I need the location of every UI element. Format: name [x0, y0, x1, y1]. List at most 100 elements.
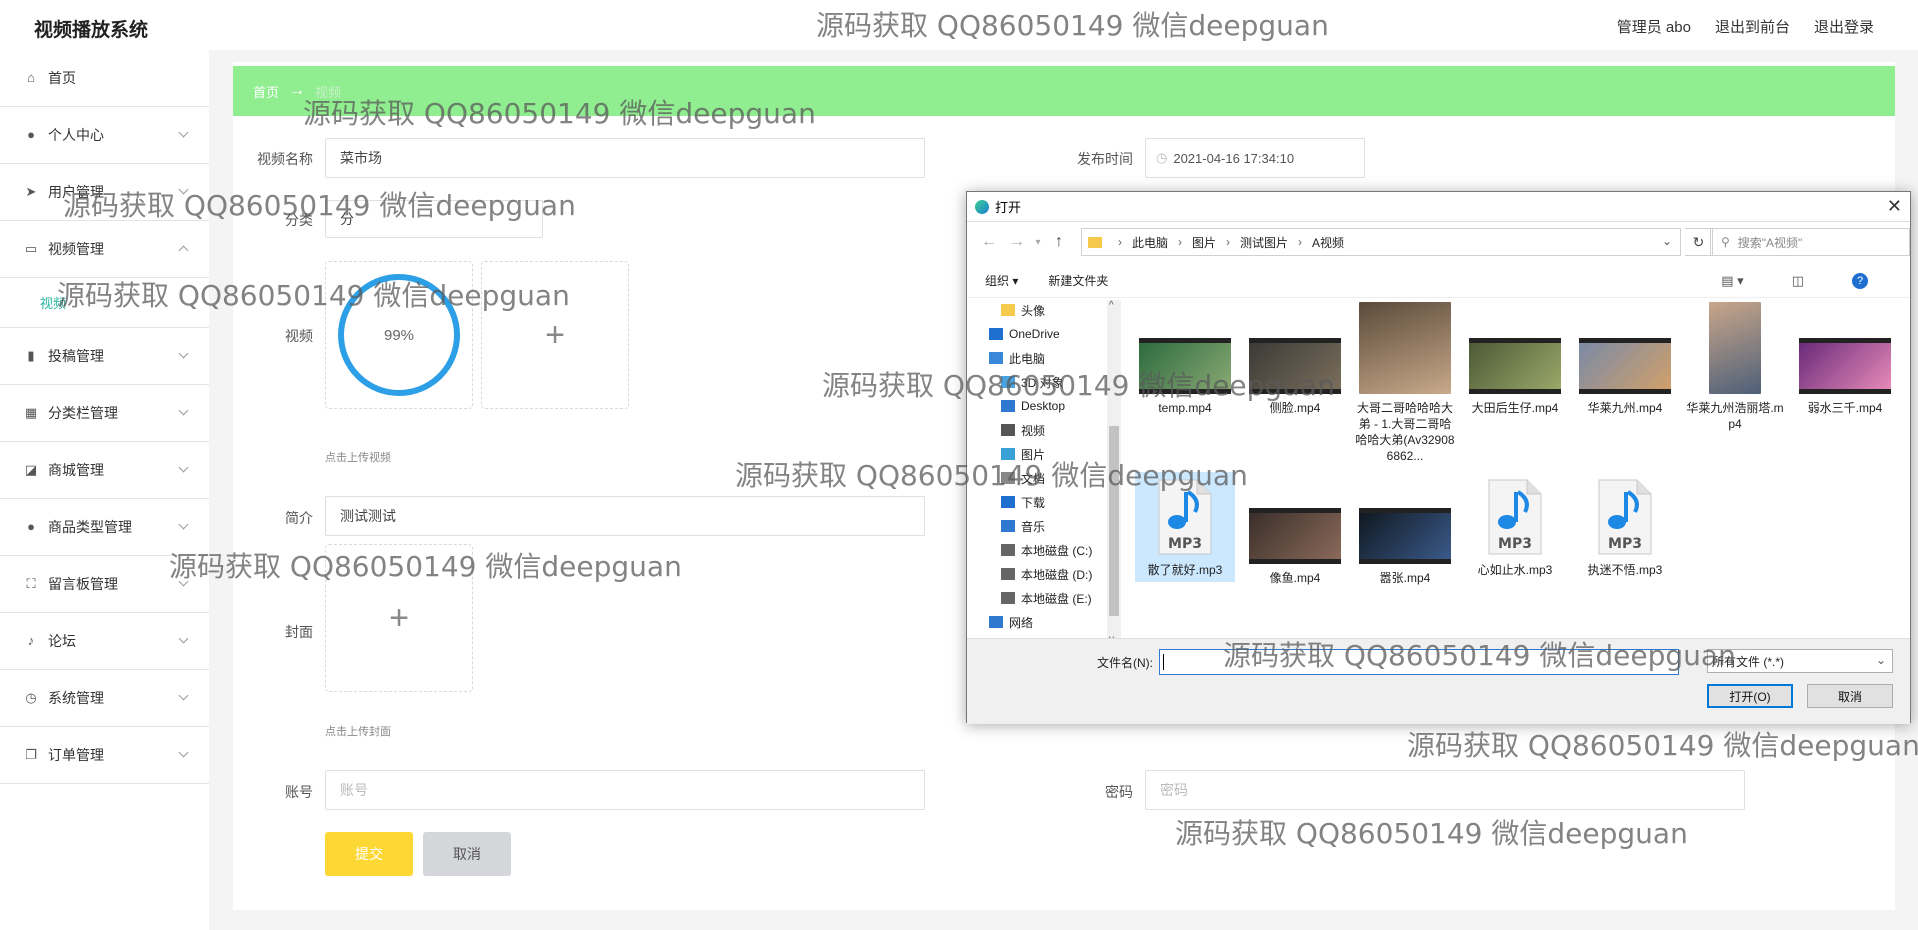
scrollbar-thumb[interactable] [1109, 426, 1119, 616]
password-input[interactable]: 密码 [1145, 770, 1745, 810]
file-item[interactable]: 大田后生仔.mp4 [1465, 302, 1565, 420]
user-label[interactable]: 管理员 abo [1617, 16, 1691, 37]
file-item[interactable]: 侧脸.mp4 [1245, 302, 1345, 420]
help-icon[interactable]: ? [1852, 273, 1868, 289]
path-segment[interactable]: 测试图片 [1240, 234, 1288, 251]
sidebar-item-videos[interactable]: ▭ 视频管理 [0, 221, 209, 278]
scroll-up-icon[interactable]: ^ [1109, 300, 1114, 311]
top-bar: 视频播放系统 管理员 abo 退出到前台 退出登录 [0, 0, 1918, 50]
video-upload-tip: 点击上传视频 [325, 452, 391, 464]
refresh-icon[interactable]: ↻ [1685, 228, 1713, 256]
front-link[interactable]: 退出到前台 [1715, 16, 1790, 37]
file-item[interactable]: 华莱九州浩丽塔.mp4 [1685, 302, 1785, 436]
open-button[interactable]: 打开(O) [1707, 684, 1793, 708]
back-icon[interactable]: ← [975, 233, 1003, 251]
tree-item-label: 本地磁盘 (D:) [1021, 567, 1093, 582]
video-add-box[interactable]: + [481, 261, 629, 409]
tree-item[interactable]: 本地磁盘 (C:) [967, 538, 1122, 562]
file-item[interactable]: temp.mp4 [1135, 302, 1235, 420]
file-item[interactable]: 华莱九州.mp4 [1575, 302, 1675, 420]
sidebar-item-categories[interactable]: ▦ 分类栏管理 [0, 385, 209, 442]
file-item[interactable]: MP3 执迷不悟.mp3 [1575, 472, 1675, 582]
filename-label: 文件名(N): [1097, 656, 1153, 670]
sidebar-item-submissions[interactable]: ▮ 投稿管理 [0, 328, 209, 385]
file-item[interactable]: 嚣张.mp4 [1355, 472, 1455, 590]
tree-item[interactable]: 文档 [967, 466, 1122, 490]
sidebar-subitem-video[interactable]: 视频 [0, 278, 209, 328]
video-name-input[interactable]: 菜市场 [325, 138, 925, 178]
path-segment[interactable]: A视频 [1312, 234, 1344, 251]
folder-icon [1001, 304, 1015, 316]
dialog-title: 打开 [995, 200, 1022, 215]
tree-item[interactable]: 3D 对象 [967, 370, 1122, 394]
computer-icon [989, 352, 1003, 364]
account-input[interactable]: 账号 [325, 770, 925, 810]
sidebar-item-label: 个人中心 [48, 127, 104, 143]
organize-button[interactable]: 组织 ▾ [985, 272, 1018, 289]
tree-item[interactable]: Desktop [967, 394, 1122, 418]
path-separator: › [1178, 235, 1183, 249]
thumbnail-image [1249, 343, 1341, 389]
filetype-select[interactable]: 所有文件 (*.*) ⌄ [1707, 649, 1893, 673]
dialog-titlebar: 打开 [967, 192, 1910, 222]
path-segment[interactable]: 图片 [1192, 234, 1216, 251]
up-icon[interactable]: ↑ [1045, 233, 1073, 251]
tree-item-label: 文档 [1021, 471, 1046, 486]
sidebar-item-product-types[interactable]: ● 商品类型管理 [0, 499, 209, 556]
tree-item[interactable]: 本地磁盘 (E:) [967, 586, 1122, 610]
tree-item[interactable]: 图片 [967, 442, 1122, 466]
preview-pane-icon[interactable]: ◫ [1792, 273, 1804, 289]
video-upload-box[interactable]: 99% [325, 261, 473, 409]
sidebar-item-label: 首页 [48, 70, 76, 86]
tree-item[interactable]: 此电脑 [967, 346, 1122, 370]
breadcrumb-home[interactable]: 首页 [253, 82, 279, 101]
file-item[interactable]: MP3 心如止水.mp3 [1465, 472, 1565, 582]
submit-button[interactable]: 提交 [325, 832, 413, 876]
tree-item[interactable]: 视频 [967, 418, 1122, 442]
new-folder-button[interactable]: 新建文件夹 [1048, 272, 1108, 289]
path-segment[interactable]: 此电脑 [1132, 234, 1168, 251]
tree-item[interactable]: 音乐 [967, 514, 1122, 538]
file-item[interactable]: 弱水三千.mp4 [1795, 302, 1895, 420]
sidebar-item-orders[interactable]: ❐ 订单管理 [0, 727, 209, 784]
tree-item[interactable]: 头像 [967, 298, 1122, 322]
tree-scrollbar[interactable]: ^ v [1107, 300, 1121, 645]
intro-input[interactable]: 测试测试 [325, 496, 925, 536]
tree-item[interactable]: 网络 [967, 610, 1122, 634]
sidebar-item-system[interactable]: ◷ 系统管理 [0, 670, 209, 727]
app-title: 视频播放系统 [34, 20, 149, 41]
publish-time-input[interactable]: ◷ 2021-04-16 17:34:10 [1145, 138, 1365, 178]
tree-item[interactable]: OneDrive [967, 322, 1122, 346]
close-icon[interactable]: ✕ [1887, 196, 1902, 217]
address-bar[interactable]: › 此电脑 › 图片 › 测试图片 › A视频 ⌄ [1081, 228, 1681, 256]
view-mode-icon[interactable]: ▤ ▾ [1721, 273, 1743, 289]
sidebar-item-profile[interactable]: ● 个人中心 [0, 107, 209, 164]
chevron-down-icon [178, 184, 189, 195]
path-separator: › [1118, 235, 1122, 249]
category-select[interactable]: 分 [325, 200, 543, 238]
sidebar-item-messages[interactable]: ⛶ 留言板管理 [0, 556, 209, 613]
cover-upload-box[interactable]: + [325, 544, 473, 692]
folder-icon [1088, 236, 1102, 248]
chevron-up-icon [178, 245, 189, 256]
chevron-down-icon[interactable]: ⌄ [1662, 234, 1672, 248]
file-item[interactable]: 像鱼.mp4 [1245, 472, 1345, 590]
recent-dropdown-icon[interactable]: ▾ [1031, 237, 1045, 248]
thumbnail-image [1799, 343, 1891, 389]
file-item[interactable]: MP3 散了就好.mp3 [1135, 472, 1235, 582]
sidebar-item-users[interactable]: ➤ 用户管理 [0, 164, 209, 221]
logout-link[interactable]: 退出登录 [1814, 16, 1874, 37]
navigation-tree: 头像 OneDrive 此电脑 3D 对象 Desktop 视频 图片 文档 下载 音乐 本地磁盘 … [967, 298, 1122, 638]
sidebar-item-shop[interactable]: ◪ 商城管理 [0, 442, 209, 499]
dialog-cancel-button[interactable]: 取消 [1807, 684, 1893, 708]
filename-input[interactable] [1159, 649, 1679, 675]
tree-item[interactable]: 本地磁盘 (D:) [967, 562, 1122, 586]
cancel-button[interactable]: 取消 [423, 832, 511, 876]
tree-item[interactable]: 下载 [967, 490, 1122, 514]
tree-item-label: 图片 [1021, 447, 1046, 462]
search-input[interactable]: ⚲ 搜索"A视频" [1710, 228, 1910, 256]
sidebar-item-forum[interactable]: ♪ 论坛 [0, 613, 209, 670]
sidebar-item-home[interactable]: ⌂ 首页 [0, 50, 209, 107]
forward-icon[interactable]: → [1003, 233, 1031, 251]
file-item[interactable]: 大哥二哥哈哈哈大弟 - 1.大哥二哥哈哈哈大弟(Av329086862... [1355, 302, 1455, 468]
